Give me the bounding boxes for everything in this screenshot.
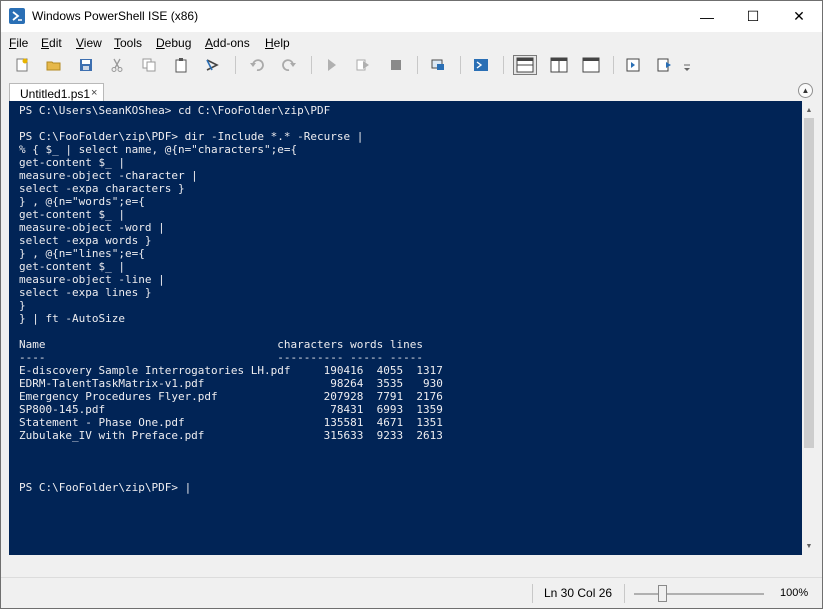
window-title: Windows PowerShell ISE (x86) (32, 9, 199, 23)
toolbar-separator (460, 56, 461, 74)
console-vertical-scrollbar[interactable]: ▲ ▼ (802, 101, 816, 555)
menu-bar: File Edit View Tools Debug Add-ons Help (1, 32, 822, 53)
tab-untitled1[interactable]: Untitled1.ps1 (9, 83, 104, 101)
minimize-button[interactable]: — (684, 1, 730, 32)
maximize-button[interactable]: ☐ (730, 1, 776, 32)
collapse-script-pane-icon[interactable]: ▲ (798, 83, 813, 98)
copy-icon[interactable] (139, 55, 159, 75)
redo-icon[interactable] (279, 55, 299, 75)
tab-close-icon[interactable]: × (91, 87, 97, 99)
scroll-up-icon[interactable]: ▲ (802, 103, 816, 117)
menu-addons[interactable]: Add-ons (205, 36, 250, 50)
title-bar[interactable]: Windows PowerShell ISE (x86) — ☐ ✕ (1, 1, 822, 32)
show-command-addon-icon[interactable] (655, 55, 675, 75)
status-bar: Ln 30 Col 26 100% (1, 577, 822, 608)
save-icon[interactable] (76, 55, 96, 75)
toolbar-separator (235, 56, 236, 74)
show-command-window-icon[interactable] (623, 55, 643, 75)
paste-icon[interactable] (171, 55, 191, 75)
run-selection-icon[interactable] (353, 55, 373, 75)
menu-edit[interactable]: Edit (41, 36, 62, 50)
cut-icon[interactable] (107, 55, 127, 75)
console-output: PS C:\Users\SeanKOShea> cd C:\FooFolder\… (19, 104, 443, 494)
toolbar-separator (613, 56, 614, 74)
toolbar-separator (417, 56, 418, 74)
run-script-icon[interactable] (321, 55, 341, 75)
menu-view[interactable]: View (76, 36, 102, 50)
run-command-icon[interactable] (202, 55, 222, 75)
powershell-ise-icon (9, 8, 25, 24)
stop-icon[interactable] (386, 55, 406, 75)
powershell-console-icon[interactable] (471, 55, 491, 75)
powershell-ise-window: Windows PowerShell ISE (x86) — ☐ ✕ File … (0, 0, 823, 609)
console-pane[interactable]: PS C:\Users\SeanKOShea> cd C:\FooFolder\… (9, 101, 802, 555)
remote-powershell-icon[interactable] (428, 55, 448, 75)
tab-label: Untitled1.ps1 (20, 87, 91, 101)
menu-tools[interactable]: Tools (114, 36, 142, 50)
status-separator (624, 584, 625, 603)
toolbar-separator (503, 56, 504, 74)
menu-debug[interactable]: Debug (156, 36, 191, 50)
zoom-slider-track[interactable] (634, 593, 764, 595)
show-script-maximized-icon[interactable] (579, 55, 603, 75)
toolbar (1, 53, 822, 77)
script-tab-strip: Untitled1.ps1 (1, 81, 822, 101)
customize-toolbar-icon[interactable] (681, 55, 693, 75)
menu-file[interactable]: File (9, 36, 28, 50)
show-script-right-icon[interactable] (547, 55, 571, 75)
menu-help[interactable]: Help (265, 36, 290, 50)
open-icon[interactable] (44, 55, 64, 75)
scrollbar-thumb[interactable] (804, 118, 814, 448)
scroll-down-icon[interactable]: ▼ (802, 539, 816, 553)
show-script-top-icon[interactable] (513, 55, 537, 75)
zoom-level: 100% (780, 587, 809, 599)
new-script-icon[interactable] (12, 55, 32, 75)
undo-icon[interactable] (247, 55, 267, 75)
close-button[interactable]: ✕ (776, 1, 822, 32)
cursor-position: Ln 30 Col 26 (544, 586, 613, 600)
zoom-slider-thumb[interactable] (658, 585, 667, 602)
toolbar-separator (311, 56, 312, 74)
status-separator (532, 584, 533, 603)
